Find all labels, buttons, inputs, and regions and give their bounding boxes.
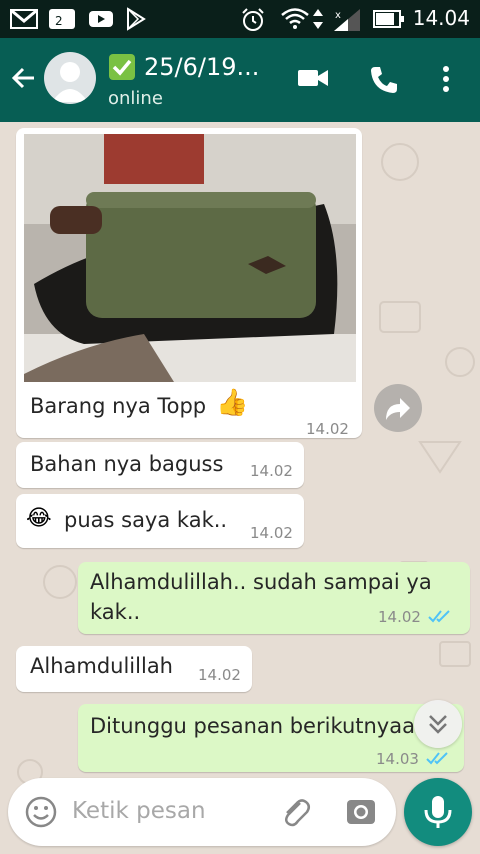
- message-time: 14.02: [250, 462, 293, 480]
- message-time: 14.02: [306, 420, 349, 438]
- check-box-emoji-icon: [109, 54, 135, 80]
- microphone-icon: [424, 796, 452, 828]
- incoming-text-message[interactable]: Bahan nya baguss 14.02: [16, 442, 304, 488]
- contact-title[interactable]: 25/6/19...: [108, 51, 259, 83]
- incoming-image-message[interactable]: Barang nya Topp 👍 14.02: [16, 128, 362, 438]
- emoji-icon[interactable]: [24, 795, 58, 829]
- signal-icon: x: [334, 9, 360, 31]
- contact-avatar[interactable]: [44, 52, 96, 104]
- forward-button[interactable]: [374, 384, 422, 432]
- alarm-icon: [242, 8, 264, 31]
- chat-header: 25/6/19... online: [0, 38, 480, 122]
- message-text: puas saya kak..: [64, 508, 228, 532]
- battery-icon: [373, 10, 404, 28]
- contact-name: 25/6/19...: [144, 53, 260, 81]
- svg-text:x: x: [335, 10, 341, 21]
- voice-call-icon[interactable]: [368, 64, 400, 96]
- youtube-icon: [89, 11, 113, 27]
- bag-photo[interactable]: [24, 134, 356, 382]
- video-call-icon[interactable]: [296, 64, 330, 92]
- incoming-text-message[interactable]: 😂 puas saya kak.. 14.02: [16, 494, 304, 548]
- outgoing-text-message[interactable]: Alhamdulillah.. sudah sampai ya kak.. 14…: [78, 562, 470, 634]
- wifi-icon: [281, 8, 309, 29]
- app-notification-icon: 2: [49, 9, 75, 29]
- message-text: Bahan nya baguss: [30, 452, 224, 476]
- message-text-line1: Alhamdulillah.. sudah sampai ya: [90, 570, 432, 594]
- camera-icon[interactable]: [344, 795, 378, 829]
- message-input[interactable]: Ketik pesan: [72, 798, 206, 824]
- incoming-text-message[interactable]: Alhamdulillah 14.02: [16, 646, 252, 692]
- back-arrow-icon[interactable]: [10, 64, 38, 92]
- read-receipt-icon: [428, 610, 450, 623]
- message-text: Alhamdulillah: [30, 654, 173, 678]
- chat-area[interactable]: Barang nya Topp 👍 14.02 Bahan nya baguss…: [0, 122, 480, 854]
- status-time: 14.04: [412, 6, 470, 30]
- double-chevron-down-icon: [429, 715, 447, 734]
- message-time: 14.02: [378, 608, 421, 626]
- laughing-emoji: 😂: [26, 506, 52, 531]
- status-bar: 2 x 14.04: [0, 0, 480, 38]
- svg-text:2: 2: [55, 14, 63, 28]
- attach-icon[interactable]: [278, 795, 312, 829]
- message-text-line2: kak..: [90, 600, 141, 624]
- thumbs-up-emoji: 👍: [216, 388, 249, 418]
- voice-message-button[interactable]: [404, 778, 472, 846]
- outgoing-text-message[interactable]: Ditunggu pesanan berikutnyaa 14.03: [78, 704, 464, 772]
- more-options-icon[interactable]: [436, 64, 456, 94]
- data-arrows-icon: [313, 9, 323, 29]
- message-time: 14.02: [198, 666, 241, 684]
- default-avatar-icon: [52, 62, 88, 102]
- forward-icon: [386, 398, 410, 420]
- message-time: 14.03: [376, 750, 419, 768]
- play-store-icon: [127, 7, 146, 31]
- message-time: 14.02: [250, 524, 293, 542]
- message-text: Barang nya Topp: [30, 394, 207, 418]
- scroll-to-bottom-button[interactable]: [414, 700, 462, 748]
- message-composer[interactable]: Ketik pesan: [8, 778, 396, 846]
- read-receipt-icon: [426, 752, 448, 765]
- message-text: Ditunggu pesanan berikutnyaa: [90, 714, 415, 738]
- contact-status: online: [108, 88, 163, 109]
- gmail-icon: [10, 9, 38, 29]
